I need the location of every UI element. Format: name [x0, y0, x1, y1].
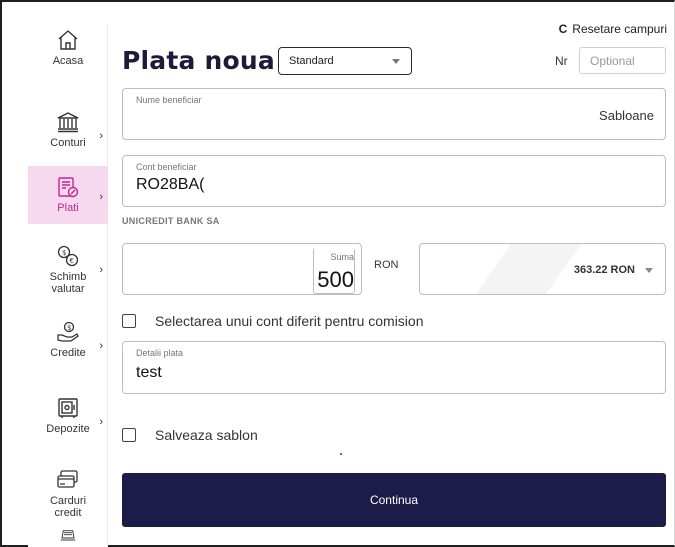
payment-icon — [58, 177, 79, 198]
sidebar-item-label: Credite — [50, 347, 86, 359]
bank-icon — [57, 112, 79, 133]
masked-account-overlay — [461, 244, 589, 294]
save-template-label: Salveaza sablon — [155, 427, 258, 443]
sidebar-item-label: Conturi — [50, 137, 86, 149]
reset-fields-button[interactable]: C Resetare campuri — [559, 22, 667, 36]
nr-placeholder: Optional — [590, 54, 635, 68]
save-template-checkbox[interactable] — [122, 428, 136, 442]
safe-icon — [58, 398, 78, 418]
loading-dot — [340, 453, 342, 455]
sidebar: Acasa › Conturi › Plati $ € › Schimb valu… — [28, 24, 108, 547]
chevron-right-icon: › — [99, 264, 103, 276]
sidebar-item-carduri-credit[interactable]: Carduri credit — [28, 468, 108, 524]
card-icon — [57, 470, 78, 488]
chevron-right-icon: › — [99, 130, 103, 142]
beneficiary-account-label: Cont beneficiar — [136, 162, 197, 172]
home-icon — [58, 30, 78, 50]
main-content: C Resetare campuri Plata noua Standard Nr… — [122, 0, 675, 547]
credit-hand-icon: $ — [57, 321, 79, 342]
sidebar-item-acasa[interactable]: Acasa — [28, 24, 108, 90]
templates-button[interactable]: Sabloane — [599, 108, 654, 123]
beneficiary-name-field[interactable]: Nume beneficiar Sabloane — [122, 88, 666, 140]
commission-checkbox-label: Selectarea unui cont diferit pentru comi… — [155, 313, 424, 329]
amount-label: Suma — [330, 252, 354, 262]
currency-label: RON — [374, 259, 399, 271]
page-title: Plata noua — [122, 46, 275, 75]
beneficiary-name-label: Nume beneficiar — [136, 95, 202, 105]
payment-type-select[interactable]: Standard — [278, 47, 412, 75]
bank-name: UNICREDIT BANK SA — [122, 216, 220, 226]
sidebar-item-depozite[interactable]: › Depozite — [28, 396, 108, 456]
chevron-right-icon: › — [99, 340, 103, 352]
payment-details-field[interactable]: Detalii plata test — [122, 341, 666, 394]
sidebar-item-label: Schimb valutar — [49, 271, 87, 295]
refresh-icon: C — [558, 22, 568, 36]
sidebar-item-schimb-valutar[interactable]: $ € › Schimb valutar — [28, 244, 108, 304]
sidebar-item-conturi[interactable]: › Conturi — [28, 110, 108, 170]
sidebar-item-label: Plati — [57, 202, 79, 214]
sidebar-item-credite[interactable]: $ › Credite — [28, 320, 108, 380]
save-template-row[interactable]: Salveaza sablon — [122, 427, 258, 443]
commission-account-row[interactable]: Selectarea unui cont diferit pentru comi… — [122, 313, 423, 329]
nr-label: Nr — [555, 54, 568, 68]
svg-text:€: € — [70, 257, 74, 265]
continue-button[interactable]: Continua — [122, 473, 666, 527]
currency-exchange-icon: $€ — [57, 245, 79, 267]
source-account-balance: 363.22 RON — [573, 264, 635, 276]
commission-checkbox[interactable] — [122, 314, 136, 328]
payment-details-label: Detalii plata — [136, 348, 184, 358]
svg-text:$: $ — [67, 324, 71, 332]
sidebar-item-plati[interactable]: › Plati — [28, 166, 108, 224]
sidebar-item-label: Acasa — [52, 55, 84, 67]
svg-text:$: $ — [62, 249, 66, 257]
chevron-right-icon: › — [99, 191, 103, 203]
sidebar-item-label: Carduri credit — [49, 495, 87, 519]
caret-down-icon — [645, 268, 653, 273]
payment-type-value: Standard — [289, 55, 334, 67]
caret-down-icon — [392, 59, 400, 64]
sidebar-item-label: Depozite — [46, 423, 90, 435]
continue-label: Continua — [369, 493, 419, 507]
beneficiary-account-field[interactable]: Cont beneficiar RO28BA( — [122, 155, 666, 207]
laptop-icon — [60, 530, 76, 541]
amount-field[interactable]: Suma 500 — [122, 243, 362, 295]
beneficiary-account-value: RO28BA( — [136, 176, 205, 193]
nr-input[interactable]: Optional — [579, 47, 666, 74]
chevron-right-icon: › — [99, 416, 103, 428]
sidebar-item-online[interactable] — [28, 528, 108, 547]
amount-value: 500 — [317, 267, 354, 292]
payment-details-value: test — [136, 364, 162, 381]
source-account-select[interactable]: 363.22 RON — [419, 243, 666, 295]
reset-label: Resetare campuri — [572, 22, 667, 36]
